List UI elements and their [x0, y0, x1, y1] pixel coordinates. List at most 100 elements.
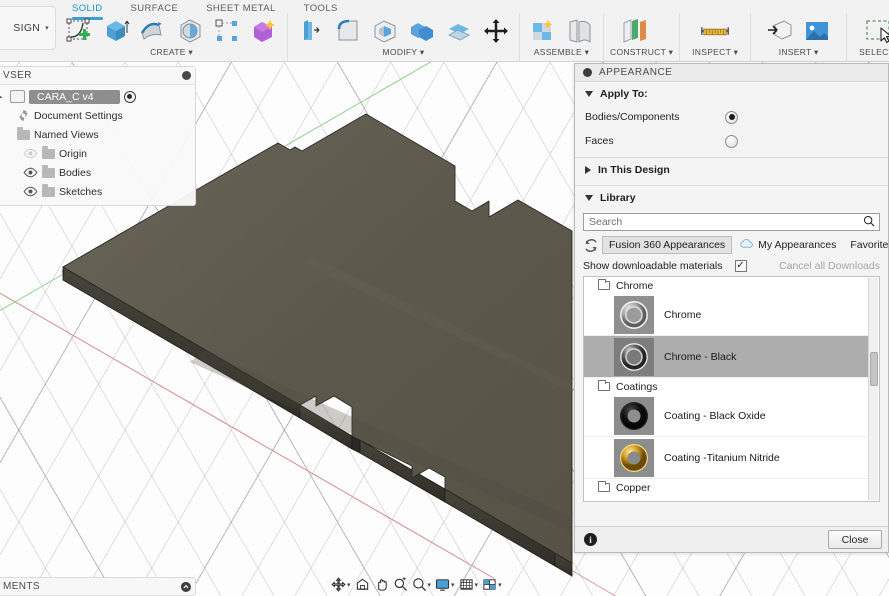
chevron-down-icon: ▾	[45, 25, 49, 32]
shell-icon[interactable]	[368, 15, 402, 47]
design-menu-button[interactable]: SIGN ▾	[0, 6, 56, 50]
tree-item-origin-label: Origin	[59, 147, 88, 160]
tree-item-sketches[interactable]: Sketches	[0, 182, 195, 201]
dialog-collapse-icon[interactable]	[583, 68, 592, 77]
tab-fusion-360-appearances[interactable]: Fusion 360 Appearances	[602, 236, 733, 254]
tree-item-cara-c-label: CARA_C v4	[29, 89, 120, 104]
tree-item-named-views-label: Named Views	[34, 128, 99, 141]
search-input[interactable]	[589, 216, 863, 228]
apply-to-faces-radio[interactable]	[725, 134, 738, 148]
apply-to-bodies-row[interactable]: Bodies/Components	[575, 105, 888, 129]
modify-panel: MODIFY ▾	[287, 14, 519, 62]
library-list-scrollbar-thumb[interactable]	[870, 352, 878, 386]
combine-icon[interactable]	[405, 15, 439, 47]
ribbon-toolbar: SIGN ▾ SOLID SURFACE SHEET METAL TOOLS C…	[0, 0, 889, 62]
display-settings-icon[interactable]: ▾	[434, 577, 456, 592]
activate-component-icon[interactable]	[123, 90, 136, 103]
viewports-icon[interactable]: ▾	[481, 577, 503, 592]
cancel-all-downloads-link[interactable]: Cancel all Downloads	[779, 260, 880, 272]
tree-item-bodies[interactable]: Bodies	[0, 163, 195, 182]
pan-icon[interactable]	[373, 577, 390, 592]
info-icon[interactable]: i	[584, 533, 597, 546]
library-search-box[interactable]	[583, 213, 880, 231]
inspect-panel-label[interactable]: INSPECT ▾	[686, 47, 744, 58]
apply-to-bodies-radio[interactable]	[725, 110, 738, 124]
measure-icon[interactable]	[698, 15, 732, 47]
pattern-icon[interactable]	[210, 15, 244, 47]
group-copper[interactable]: Copper	[584, 479, 868, 496]
pan-home-icon[interactable]	[354, 577, 371, 592]
comments-label: MENTS	[3, 581, 40, 592]
search-icon[interactable]	[863, 215, 875, 230]
eye-icon[interactable]	[23, 148, 38, 159]
offset-face-icon[interactable]	[442, 15, 476, 47]
zoom-icon[interactable]: ▾	[411, 577, 433, 592]
chevron-down-icon[interactable]: ▾	[451, 581, 455, 589]
chevron-down-icon[interactable]: ▾	[498, 581, 502, 589]
close-button[interactable]: Close	[828, 530, 882, 549]
show-downloadable-checkbox[interactable]: ✓	[734, 260, 747, 272]
appearance-library-list[interactable]: Chrome Chrome Chrome - Black Coatings Co…	[583, 276, 880, 502]
assemble-panel-label[interactable]: ASSEMBLE ▾	[526, 47, 597, 58]
revolve-icon[interactable]	[136, 15, 170, 47]
browser-panel: VSER ▸ CARA_C v4 Document Settings Named…	[0, 66, 196, 206]
comments-panel-bar[interactable]: MENTS	[0, 577, 196, 596]
chevron-down-icon[interactable]: ▾	[347, 581, 351, 589]
joint-icon[interactable]	[563, 15, 597, 47]
material-row-chrome[interactable]: Chrome	[584, 294, 868, 336]
insert-derive-icon[interactable]	[763, 15, 797, 47]
tab-my-appearances[interactable]: My Appearances	[732, 235, 843, 255]
show-downloadable-label: Show downloadable materials	[583, 260, 723, 272]
black-oxide-swatch	[614, 396, 654, 435]
library-section-header[interactable]: Library	[575, 186, 888, 209]
select-panel: SELECT ▾	[846, 14, 889, 62]
tab-favorites[interactable]: Favorites	[843, 236, 888, 254]
extrude-icon[interactable]	[99, 15, 133, 47]
design-menu-label: SIGN	[13, 22, 41, 34]
group-coatings-label: Coatings	[616, 380, 658, 393]
tab-solid-label: SOLID	[72, 3, 103, 14]
apply-to-section-header[interactable]: Apply To:	[575, 82, 888, 105]
create-panel-label[interactable]: CREATE ▾	[62, 47, 281, 58]
tree-item-cara-c[interactable]: ▸ CARA_C v4	[0, 87, 195, 106]
select-window-icon[interactable]	[863, 15, 889, 47]
chevron-right-icon[interactable]: ▸	[0, 93, 6, 101]
material-row-titanium-nitride[interactable]: Coating -Titanium Nitride	[584, 437, 868, 479]
orbit-icon[interactable]: ▾	[330, 577, 352, 592]
in-this-design-section-header[interactable]: In This Design	[575, 158, 888, 181]
material-row-black-oxide[interactable]: Coating - Black Oxide	[584, 395, 868, 437]
comments-expand-icon[interactable]	[181, 582, 191, 592]
tree-item-origin[interactable]: Origin	[0, 144, 195, 163]
new-component-icon[interactable]	[526, 15, 560, 47]
ribbon-panels: CREATE ▾ MODIFY ▾ ASSEMBLE ▾ CONSTRUCT ▾…	[56, 14, 889, 62]
library-list-scrollbar[interactable]	[868, 278, 878, 500]
modify-panel-label[interactable]: MODIFY ▾	[294, 47, 513, 58]
create-form-icon[interactable]	[247, 15, 281, 47]
material-row-chrome-black[interactable]: Chrome - Black	[584, 336, 868, 378]
select-panel-label[interactable]: SELECT ▾	[853, 47, 889, 58]
insert-image-icon[interactable]	[800, 15, 834, 47]
press-pull-icon[interactable]	[294, 15, 328, 47]
refresh-icon[interactable]	[583, 238, 599, 253]
grid-settings-icon[interactable]: ▾	[458, 577, 480, 592]
chevron-down-icon[interactable]: ▾	[475, 581, 479, 589]
tree-item-named-views[interactable]: Named Views	[0, 125, 195, 144]
fillet-icon[interactable]	[331, 15, 365, 47]
construct-panel-label[interactable]: CONSTRUCT ▾	[610, 47, 673, 58]
chrome-swatch	[614, 295, 654, 334]
group-coatings[interactable]: Coatings	[584, 378, 868, 395]
apply-to-faces-row[interactable]: Faces	[575, 129, 888, 153]
sweep-icon[interactable]	[173, 15, 207, 47]
offset-plane-icon[interactable]	[618, 15, 652, 47]
create-sketch-icon[interactable]	[62, 15, 96, 47]
eye-icon[interactable]	[23, 186, 38, 197]
browser-collapse-icon[interactable]	[182, 71, 191, 80]
show-downloadable-row: Show downloadable materials ✓ Cancel all…	[575, 258, 888, 276]
eye-icon[interactable]	[23, 167, 38, 178]
move-copy-icon[interactable]	[479, 15, 513, 47]
zoom-window-icon[interactable]	[392, 577, 409, 592]
tree-item-document-settings[interactable]: Document Settings	[0, 106, 195, 125]
insert-panel-label[interactable]: INSERT ▾	[757, 47, 840, 58]
group-chrome[interactable]: Chrome	[584, 277, 868, 294]
chevron-down-icon[interactable]: ▾	[428, 581, 432, 589]
